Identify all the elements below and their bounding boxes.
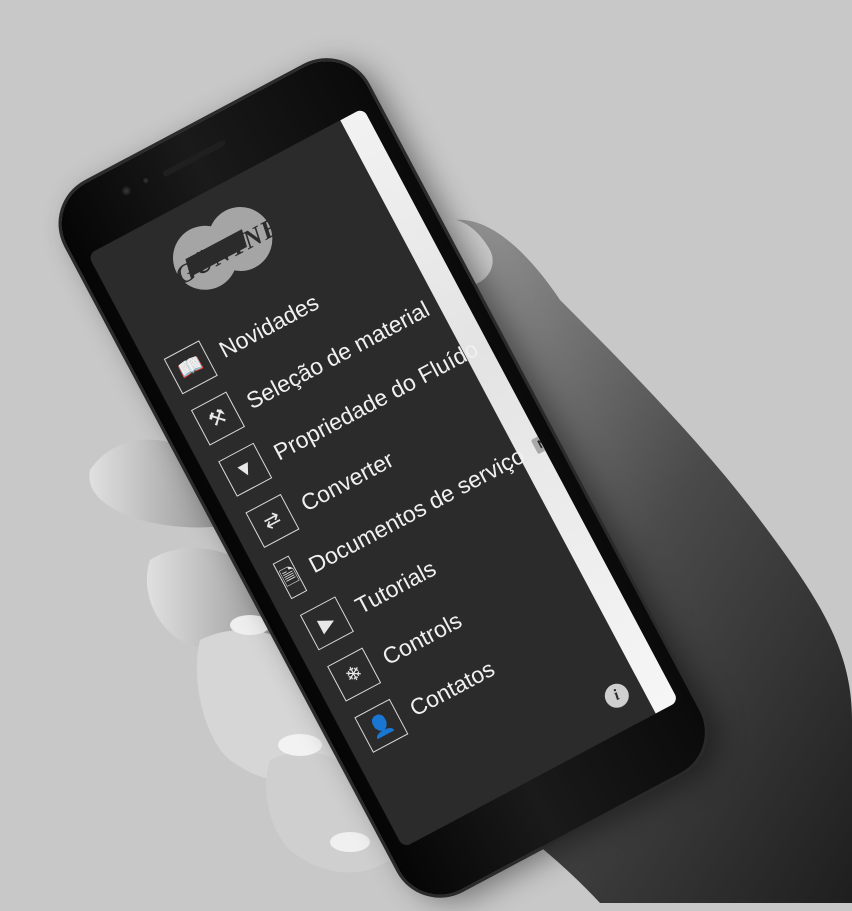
fan-icon: ❄ [327,647,382,702]
fluid-chart-icon: ▼ [218,442,273,497]
photo-stage: GÜNTNER 📖 Novidades ⚒ Seleção de materia… [0,0,852,911]
material-tools-icon: ⚒ [190,391,246,446]
front-camera-icon [118,182,135,199]
guntner-logo: GÜNTNER [151,189,301,309]
earpiece-speaker [161,139,227,178]
tutorial-video-icon: ▶ [299,596,354,651]
converter-icon: ⇄ [245,493,300,548]
service-doc-icon: 🗎 [272,555,308,600]
person-icon: 👤 [354,698,409,753]
sensor-icon [140,175,152,186]
book-icon: 📖 [163,340,218,395]
info-icon[interactable]: i [600,679,634,712]
